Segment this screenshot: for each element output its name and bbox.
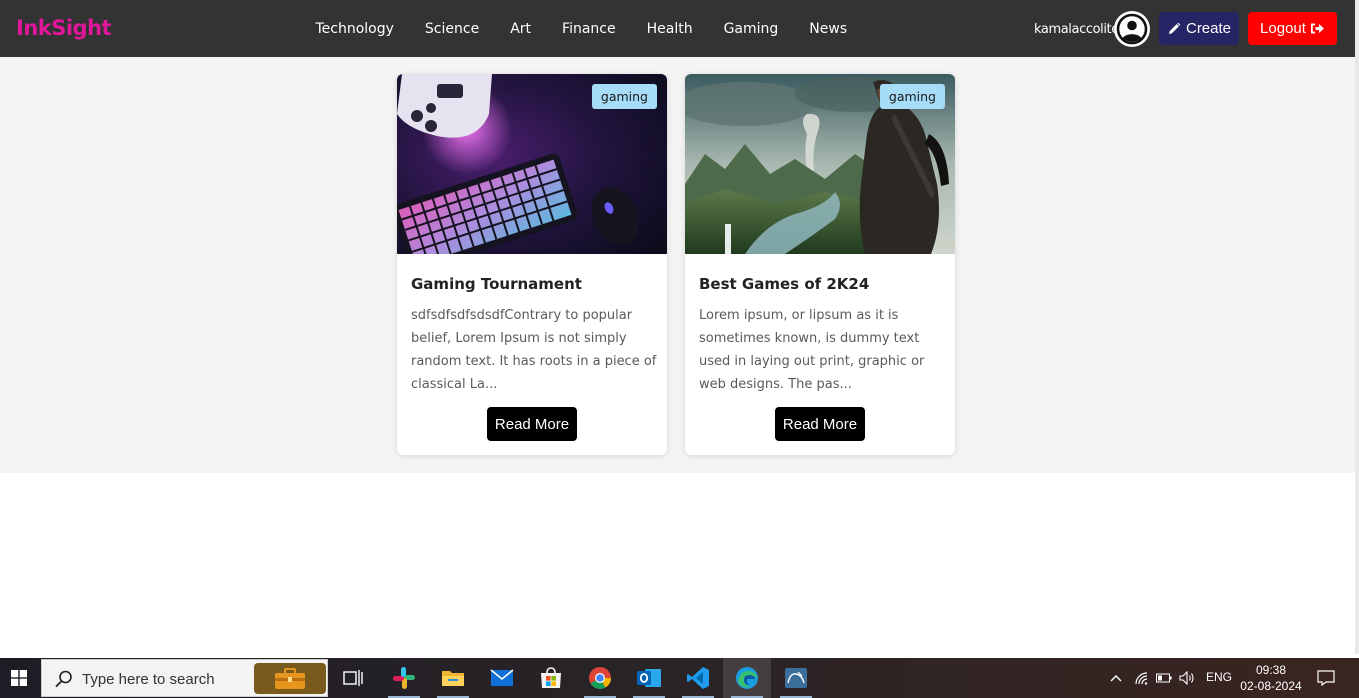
- clock-time: 09:38: [1255, 663, 1287, 677]
- outlook-icon[interactable]: [625, 658, 673, 698]
- pencil-icon: [1168, 22, 1181, 34]
- mysql-workbench-icon[interactable]: [772, 658, 820, 698]
- nav-link-gaming[interactable]: Gaming: [708, 21, 794, 37]
- start-button[interactable]: [0, 658, 38, 698]
- user-circle-icon: [1116, 13, 1148, 45]
- search-highlight-icon: [254, 663, 326, 694]
- post-card: gaming Gaming Tournament sdfsdfsdfsdsdfC…: [397, 74, 667, 455]
- page-scrollbar[interactable]: [1355, 0, 1359, 654]
- search-icon: [55, 670, 72, 688]
- nav-link-art[interactable]: Art: [495, 21, 547, 37]
- nav-link-health[interactable]: Health: [631, 21, 708, 37]
- nav-link-science[interactable]: Science: [409, 21, 494, 37]
- search-placeholder: Type here to search: [82, 671, 215, 688]
- windows-logo-icon: [11, 670, 27, 686]
- nav-links: Technology Science Art Finance Health Ga…: [300, 0, 863, 57]
- system-clock[interactable]: 09:38 02-08-2024: [1240, 662, 1302, 694]
- edge-icon[interactable]: [723, 658, 771, 698]
- chrome-icon[interactable]: [576, 658, 624, 698]
- post-card: gaming Best Games of 2K24 Lorem ipsum, o…: [685, 74, 955, 455]
- input-language[interactable]: ENG: [1206, 670, 1232, 684]
- vscode-icon[interactable]: [674, 658, 722, 698]
- nav-link-finance[interactable]: Finance: [547, 21, 632, 37]
- post-title: Best Games of 2K24: [699, 275, 870, 293]
- task-view-icon[interactable]: [329, 658, 377, 698]
- post-image[interactable]: gaming: [397, 74, 667, 254]
- read-more-button[interactable]: Read More: [775, 407, 865, 441]
- create-button-label: Create: [1185, 20, 1232, 37]
- battery-icon[interactable]: [1154, 658, 1174, 698]
- post-excerpt: sdfsdfsdfsdsdfContrary to popular belief…: [411, 308, 657, 392]
- mail-icon[interactable]: [478, 658, 526, 698]
- nav-link-news[interactable]: News: [794, 21, 863, 37]
- category-tag[interactable]: gaming: [879, 84, 945, 109]
- wifi-icon[interactable]: [1132, 658, 1152, 698]
- read-more-button[interactable]: Read More: [487, 407, 577, 441]
- logout-button[interactable]: Logout: [1248, 12, 1337, 45]
- sign-out-icon: [1310, 23, 1324, 34]
- site-logo[interactable]: InkSight: [16, 16, 112, 40]
- post-image[interactable]: gaming: [685, 74, 955, 254]
- chevron-up-icon[interactable]: [1106, 658, 1126, 698]
- navbar: InkSight Technology Science Art Finance …: [0, 0, 1355, 57]
- posts-section: gaming Gaming Tournament sdfsdfsdfsdsdfC…: [0, 57, 1355, 473]
- microsoft-store-icon[interactable]: [527, 658, 575, 698]
- avatar[interactable]: [1114, 11, 1150, 47]
- nav-link-technology[interactable]: Technology: [300, 21, 409, 37]
- post-title: Gaming Tournament: [411, 275, 582, 293]
- taskbar-search[interactable]: Type here to search: [41, 659, 328, 697]
- logout-button-label: Logout: [1260, 20, 1306, 37]
- post-excerpt: Lorem ipsum, or lipsum as it is sometime…: [699, 308, 925, 392]
- username: kamalaccolite: [1034, 22, 1119, 37]
- create-button[interactable]: Create: [1159, 12, 1239, 45]
- clock-date: 02-08-2024: [1240, 679, 1302, 693]
- notifications-icon[interactable]: [1313, 658, 1339, 698]
- slack-icon[interactable]: [380, 658, 428, 698]
- file-explorer-icon[interactable]: [429, 658, 477, 698]
- category-tag[interactable]: gaming: [591, 84, 657, 109]
- windows-taskbar: Type here to search ENG 09:38 02-08-2024: [0, 658, 1359, 698]
- volume-icon[interactable]: [1177, 658, 1197, 698]
